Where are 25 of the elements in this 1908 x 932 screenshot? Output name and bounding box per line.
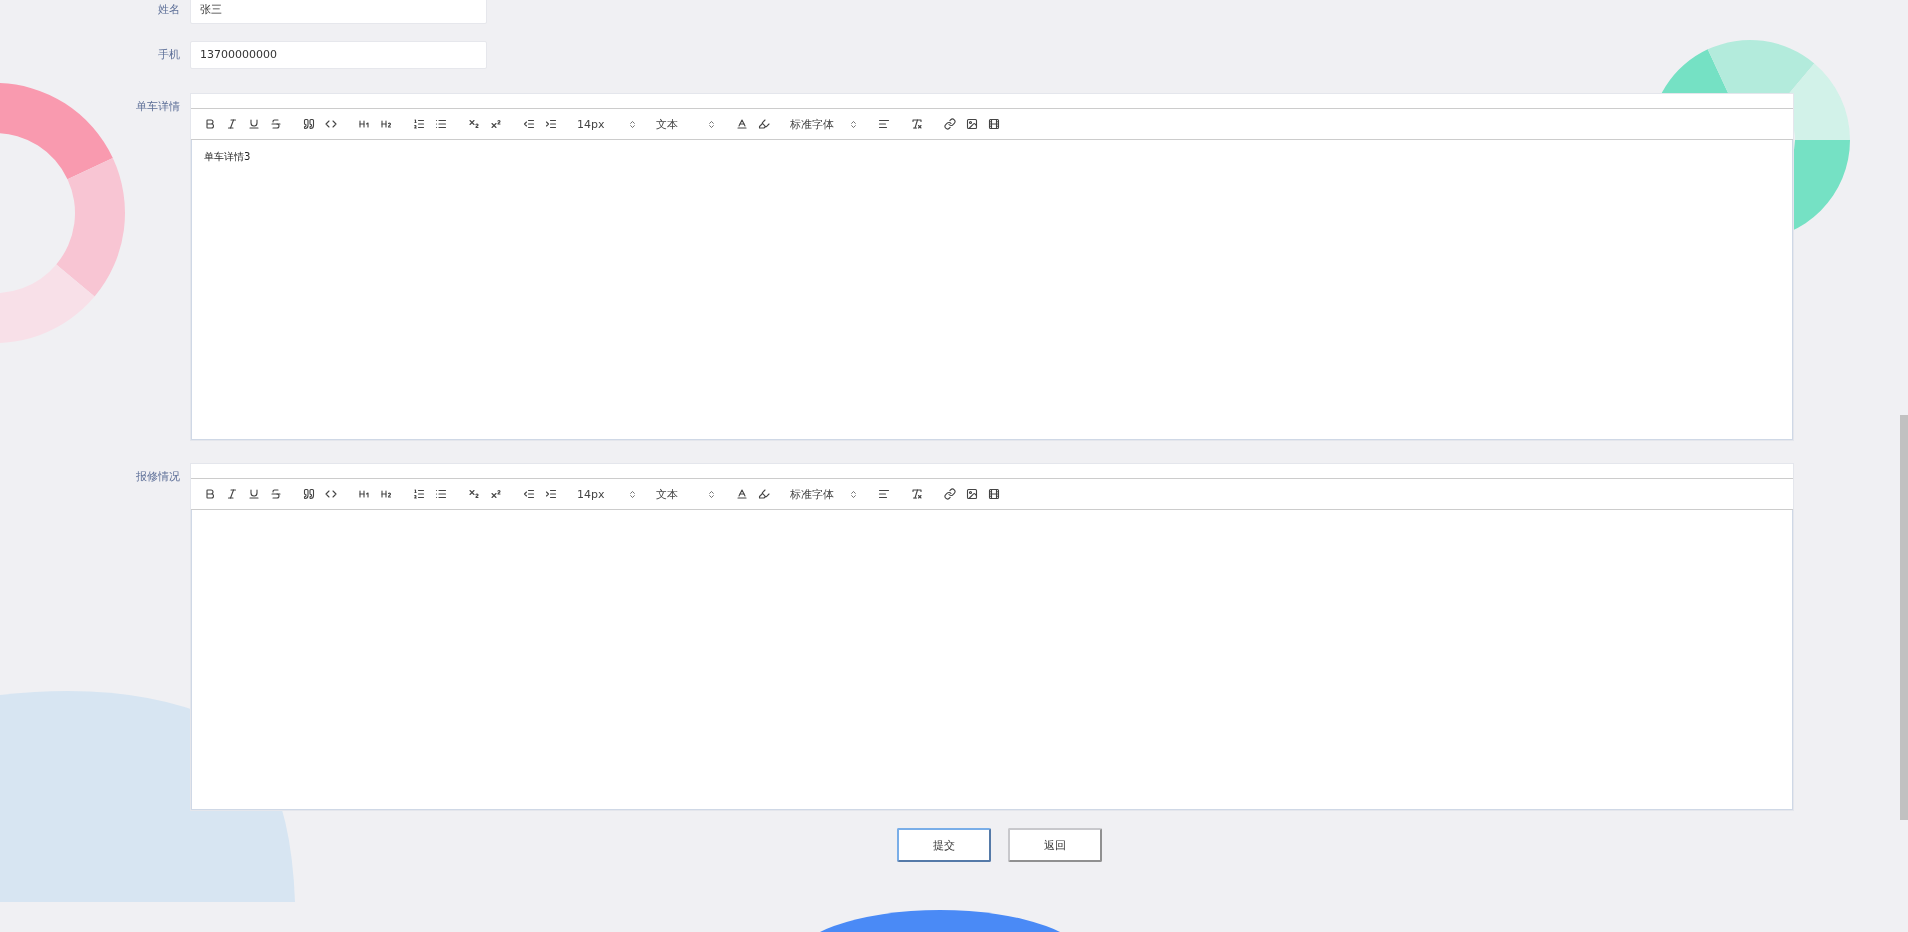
heading-select[interactable]: 文本 [654,114,718,134]
link-icon[interactable] [941,115,959,133]
editor-content-area[interactable]: 单车详情3 [191,140,1793,440]
heading-select[interactable]: 文本 [654,484,718,504]
font-family-select[interactable]: 标准字体 [788,114,860,134]
select-arrow-icon [707,489,716,499]
editor-text: 单车详情3 [204,150,252,164]
text-field[interactable]: 张三 [190,0,487,24]
font-size-select[interactable]: 14px [575,484,639,504]
scrollbar-thumb[interactable] [1900,415,1908,820]
font-size-select[interactable]: 14px [575,114,639,134]
select-arrow-icon [849,489,858,499]
field-label: 单车详情 [136,99,180,115]
field-label: 姓名 [158,2,180,18]
submit-button[interactable]: 提交 [896,828,991,862]
select-arrow-icon [849,119,858,129]
font-family-select[interactable]: 标准字体 [788,484,860,504]
field-label: 报修情况 [136,469,180,485]
link-icon[interactable] [941,485,959,503]
select-arrow-icon [628,119,637,129]
text-field[interactable]: 13700000000 [190,41,487,69]
field-label: 手机 [158,47,180,63]
back-button[interactable]: 返回 [1007,828,1102,862]
select-arrow-icon [707,119,716,129]
select-arrow-icon [628,489,637,499]
